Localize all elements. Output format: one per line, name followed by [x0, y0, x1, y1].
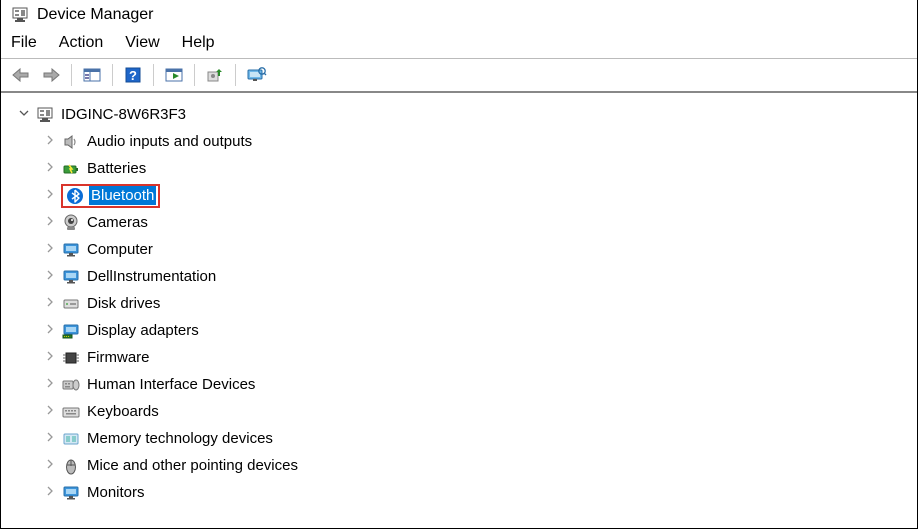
menu-help[interactable]: Help — [182, 34, 215, 52]
menu-bar: File Action View Help — [1, 30, 917, 59]
speaker-icon — [61, 132, 81, 152]
tree-item-label: DellInstrumentation — [85, 268, 216, 285]
tree-item-diskdrives[interactable]: Disk drives — [7, 290, 911, 317]
tree-item-label: Mice and other pointing devices — [85, 457, 298, 474]
tree-item-label: Audio inputs and outputs — [85, 133, 252, 150]
tree-item-label: Keyboards — [85, 403, 159, 420]
hard-drive-icon — [61, 294, 81, 314]
keyboard-icon — [61, 402, 81, 422]
toolbar-separator — [235, 64, 236, 86]
menu-action[interactable]: Action — [59, 34, 103, 52]
tree-item-memtech[interactable]: Memory technology devices — [7, 425, 911, 452]
chip-icon — [61, 348, 81, 368]
expander-icon[interactable] — [43, 351, 57, 364]
tree-item-label: Cameras — [85, 214, 148, 231]
menu-view[interactable]: View — [125, 34, 159, 52]
tree-item-mice[interactable]: Mice and other pointing devices — [7, 452, 911, 479]
expander-icon[interactable] — [43, 297, 57, 310]
tree-item-label: Monitors — [85, 484, 145, 501]
tree-item-label: Display adapters — [85, 322, 199, 339]
tree-root-label: IDGINC-8W6R3F3 — [59, 106, 186, 123]
tree-item-computer[interactable]: Computer — [7, 236, 911, 263]
toolbar-separator — [112, 64, 113, 86]
mouse-icon — [61, 456, 81, 476]
expander-icon[interactable] — [17, 108, 31, 121]
help-button[interactable]: ? — [119, 63, 147, 87]
title-bar: Device Manager — [1, 0, 917, 30]
tree-item-batteries[interactable]: Batteries — [7, 155, 911, 182]
expander-icon[interactable] — [43, 432, 57, 445]
expander-icon[interactable] — [43, 405, 57, 418]
expander-icon[interactable] — [43, 486, 57, 499]
tree-item-label: Firmware — [85, 349, 150, 366]
highlight-annotation: Bluetooth — [61, 184, 160, 208]
update-driver-button[interactable] — [201, 63, 229, 87]
add-legacy-hardware-button[interactable] — [242, 63, 270, 87]
monitor-icon — [61, 240, 81, 260]
toolbar-separator — [71, 64, 72, 86]
device-tree: IDGINC-8W6R3F3 Audio inputs and outputs … — [1, 93, 917, 514]
tree-item-display[interactable]: Display adapters — [7, 317, 911, 344]
tree-item-label: Bluetooth — [89, 186, 156, 205]
tree-item-bluetooth[interactable]: Bluetooth — [7, 182, 911, 209]
menu-file[interactable]: File — [11, 34, 37, 52]
window-title: Device Manager — [37, 6, 154, 24]
expander-icon[interactable] — [43, 378, 57, 391]
expander-icon[interactable] — [43, 324, 57, 337]
tree-item-label: Batteries — [85, 160, 146, 177]
tree-item-label: Computer — [85, 241, 153, 258]
tree-item-monitors[interactable]: Monitors — [7, 479, 911, 506]
show-hide-console-tree-button[interactable] — [78, 63, 106, 87]
tree-item-dellinstrumentation[interactable]: DellInstrumentation — [7, 263, 911, 290]
expander-icon[interactable] — [43, 243, 57, 256]
toolbar-separator — [194, 64, 195, 86]
svg-text:?: ? — [129, 68, 137, 83]
bluetooth-icon — [65, 186, 85, 206]
monitor-icon — [61, 267, 81, 287]
monitor-icon — [61, 483, 81, 503]
expander-icon[interactable] — [43, 135, 57, 148]
device-manager-icon — [11, 6, 29, 24]
tree-item-label: Disk drives — [85, 295, 160, 312]
display-adapter-icon — [61, 321, 81, 341]
tree-item-audio[interactable]: Audio inputs and outputs — [7, 128, 911, 155]
tree-item-hid[interactable]: Human Interface Devices — [7, 371, 911, 398]
tree-root-row[interactable]: IDGINC-8W6R3F3 — [7, 101, 911, 128]
tree-item-label: Human Interface Devices — [85, 376, 255, 393]
scan-hardware-button[interactable] — [160, 63, 188, 87]
expander-icon[interactable] — [43, 189, 57, 202]
battery-icon — [61, 159, 81, 179]
expander-icon[interactable] — [43, 162, 57, 175]
hid-icon — [61, 375, 81, 395]
tree-item-cameras[interactable]: Cameras — [7, 209, 911, 236]
computer-icon — [35, 105, 55, 125]
expander-icon[interactable] — [43, 459, 57, 472]
tree-item-label: Memory technology devices — [85, 430, 273, 447]
toolbar: ? — [1, 59, 917, 93]
camera-icon — [61, 213, 81, 233]
expander-icon[interactable] — [43, 216, 57, 229]
tree-item-keyboards[interactable]: Keyboards — [7, 398, 911, 425]
tree-item-firmware[interactable]: Firmware — [7, 344, 911, 371]
toolbar-separator — [153, 64, 154, 86]
memory-icon — [61, 429, 81, 449]
forward-button[interactable] — [37, 63, 65, 87]
back-button[interactable] — [7, 63, 35, 87]
expander-icon[interactable] — [43, 270, 57, 283]
